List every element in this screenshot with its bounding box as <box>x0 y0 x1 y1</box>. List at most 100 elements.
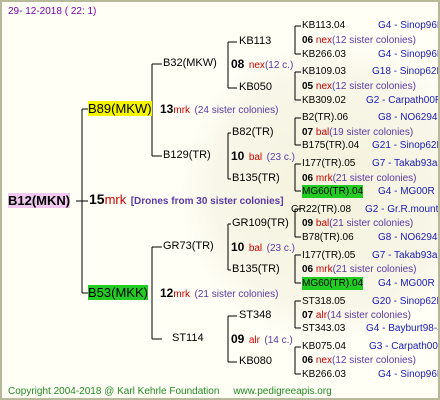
gen-number: 09 <box>231 332 245 346</box>
lineage-label: G4 - MG00R <box>378 186 435 197</box>
note: (12 sister colonies) <box>332 355 416 366</box>
gen4-queen[interactable]: ST318.05 <box>302 295 345 308</box>
gen3-queen[interactable]: KB050 <box>239 81 272 94</box>
gen-number: 05 <box>302 81 314 92</box>
lineage-label: G2 - Gr.R.mounta <box>365 204 440 215</box>
root-generation: 15mrk [Drones from 30 sister colonies] <box>89 191 284 208</box>
site-link[interactable]: www.pedigreeapis.org <box>233 386 331 397</box>
gen-number: 06 <box>302 264 314 275</box>
gen4-queen[interactable]: KB266.03 <box>302 368 346 381</box>
dam-mark: mrk <box>173 289 191 300</box>
gen-number: 08 <box>231 57 245 71</box>
lineage-label: G4 - Sinop96R <box>378 369 440 380</box>
gen2-queen[interactable]: B129(TR) <box>163 149 211 162</box>
lineage-label: G8 - NO6294R <box>378 232 440 243</box>
root-queen[interactable]: B12(MKN) <box>8 193 71 208</box>
pedigree-frame: 29- 12-2018 ( 22: 1) B12(MKN) 15mrk [Dro… <box>0 0 440 400</box>
gen2-queen[interactable]: B32(MKW) <box>163 57 217 70</box>
root-note: [Drones from 30 sister colonies] <box>130 196 284 207</box>
report-date: 29- 12-2018 ( 22: 1) <box>8 6 97 17</box>
gen4-queen[interactable]: ST343.03 <box>302 322 345 335</box>
gen4-queen[interactable]: B78(TR).06 <box>302 231 354 244</box>
gen4-queen[interactable]: B2(TR).06 <box>302 111 348 124</box>
gen4-queen[interactable]: KB109.03 <box>302 65 346 78</box>
gen-number: 10 <box>231 240 245 254</box>
note: (14 sister colonies) <box>327 310 411 321</box>
gen4-queen[interactable]: MG60(TR).04 <box>302 185 364 198</box>
gen4-generation: 09 bal(21 sister colonies) <box>302 217 413 230</box>
dam-gen-number: 12 <box>160 286 174 300</box>
sire-queen[interactable]: B89(MKW) <box>88 101 152 116</box>
lineage-label: G7 - Takab93aR <box>372 250 440 261</box>
gen2-generation: 09 alr (14 c.) <box>231 332 293 347</box>
gen-number: 06 <box>302 173 314 184</box>
gen4-queen[interactable]: KB266.03 <box>302 48 346 61</box>
gen3-queen[interactable]: B135(TR) <box>232 172 280 185</box>
lineage-label: G4 - Sinop96R <box>378 20 440 31</box>
sire-gen-number: 13 <box>160 102 174 116</box>
gen4-queen[interactable]: I177(TR).05 <box>302 157 355 170</box>
root-gen-number: 15 <box>89 191 105 207</box>
root-queen-name: B12(MKN) <box>8 193 71 208</box>
sire-queen-name: B89(MKW) <box>88 101 152 116</box>
gen3-queen[interactable]: GR109(TR) <box>232 217 289 230</box>
gen3-queen[interactable]: B82(TR) <box>232 126 274 139</box>
gen2-generation: 10 bal (23 c.) <box>231 240 295 255</box>
gen4-queen[interactable]: KB113.04 <box>302 19 345 32</box>
lineage-label: G21 - Sinop62R <box>372 140 440 151</box>
sire-mark: mrk <box>173 105 191 116</box>
lineage-label: G2 - Carpath00R <box>366 95 440 106</box>
gen4-queen[interactable]: GR22(TR).08 <box>291 203 351 216</box>
gen-number: 07 <box>302 127 314 138</box>
gen4-generation: 06 mrk(21 sister colonies) <box>302 172 417 185</box>
mark: alr <box>248 335 260 346</box>
dam-note: (21 sister colonies) <box>194 289 279 300</box>
lineage-label: G4 - Sinop96R <box>378 49 440 60</box>
gen-number: 07 <box>302 310 314 321</box>
note: (12 sister colonies) <box>332 35 416 46</box>
note: (12 sister colonies) <box>332 81 416 92</box>
note: (14 c.) <box>264 335 293 346</box>
gen-number: 10 <box>231 149 245 163</box>
gen-number: 09 <box>302 218 314 229</box>
mark: bal <box>315 218 330 229</box>
gen-number: 06 <box>302 35 314 46</box>
footer: Copyright 2004-2018 @ Karl Kehrle Founda… <box>8 385 332 398</box>
lineage-label: G20 - Sinop62R <box>372 296 440 307</box>
note: (21 sister colonies) <box>329 218 414 229</box>
lineage-label: G3 - Carpath00R <box>369 341 440 352</box>
gen2-queen[interactable]: ST114 <box>172 332 204 345</box>
gen4-generation: 07 bal(19 sister colonies) <box>302 126 413 139</box>
gen4-generation: 06 nex(12 sister colonies) <box>302 354 416 367</box>
mark: nex <box>315 355 333 366</box>
gen-number: 06 <box>302 355 314 366</box>
gen4-generation: 06 nex(12 sister colonies) <box>302 34 416 47</box>
note: (19 sister colonies) <box>329 127 414 138</box>
lineage-label: G4 - MG00R <box>378 278 435 289</box>
lineage-label: G4 - Bayburt98-3 <box>366 323 440 334</box>
mark: alr <box>315 310 328 321</box>
gen3-queen[interactable]: KB080 <box>239 355 272 368</box>
note: (21 sister colonies) <box>332 173 417 184</box>
note: (21 sister colonies) <box>332 264 417 275</box>
gen4-queen[interactable]: MG60(TR).04 <box>302 277 364 290</box>
note: (23 c.) <box>266 243 295 254</box>
mark: mrk <box>315 264 333 275</box>
note: (23 c.) <box>266 152 295 163</box>
mark: bal <box>248 243 263 254</box>
dam-generation: 12mrk (21 sister colonies) <box>160 286 278 301</box>
gen2-queen[interactable]: GR73(TR) <box>163 240 214 253</box>
mark: mrk <box>315 173 333 184</box>
gen4-queen[interactable]: KB309.02 <box>302 94 346 107</box>
gen3-queen[interactable]: KB113 <box>239 35 271 48</box>
mark: nex <box>315 35 333 46</box>
gen3-queen[interactable]: ST348 <box>239 309 271 322</box>
dam-queen[interactable]: B53(MKK) <box>88 285 148 300</box>
gen4-queen[interactable]: B175(TR).04 <box>302 139 359 152</box>
lineage-label: G8 - NO6294R <box>378 112 440 123</box>
sire-note: (24 sister colonies) <box>194 105 279 116</box>
gen4-queen[interactable]: I177(TR).05 <box>302 249 355 262</box>
gen4-generation: 05 nex(12 sister colonies) <box>302 80 416 93</box>
gen3-queen[interactable]: B135(TR) <box>232 263 280 276</box>
gen4-queen[interactable]: KB075.04 <box>302 340 346 353</box>
